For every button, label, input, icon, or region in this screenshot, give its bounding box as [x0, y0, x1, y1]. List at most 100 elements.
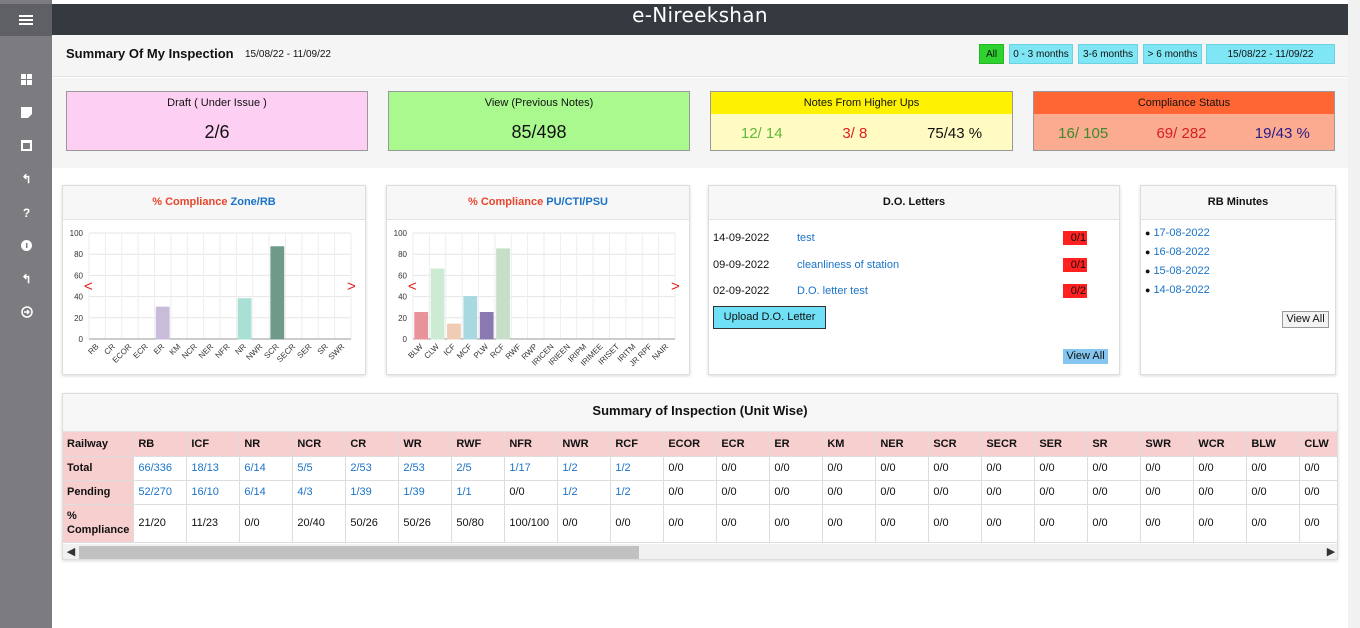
table-cell: 0/0 [1140, 456, 1195, 481]
table-cell-link[interactable]: 2/53 [403, 462, 424, 474]
do-letter-link[interactable]: cleanliness of station [797, 259, 899, 271]
page-scrollbar[interactable] [1348, 0, 1360, 628]
table-cell-link[interactable]: 1/2 [615, 462, 630, 474]
table-cell[interactable]: 5/5 [292, 456, 347, 481]
view-notes-card[interactable]: View (Previous Notes) 85/498 [388, 91, 690, 151]
table-header-cell: SR [1087, 432, 1142, 457]
rb-minute-link[interactable]: 17-08-2022 [1153, 227, 1209, 239]
table-cell[interactable]: 1/2 [557, 456, 612, 481]
table-cell[interactable]: 2/53 [398, 456, 453, 481]
scroll-right-icon[interactable]: ▶ [1323, 544, 1337, 559]
table-cell-link[interactable]: 1/39 [350, 486, 371, 498]
rb-minute-link[interactable]: 15-08-2022 [1153, 265, 1209, 277]
dashboard-icon[interactable] [20, 74, 33, 87]
table-cell-link[interactable]: 2/53 [350, 462, 371, 474]
table-cell: 0/0 [928, 504, 983, 543]
chart-bar[interactable] [414, 312, 429, 340]
rb-minute-link[interactable]: 14-08-2022 [1153, 284, 1209, 296]
do-letter-link[interactable]: D.O. letter test [797, 285, 868, 297]
table-cell[interactable]: 1/17 [504, 456, 559, 481]
notes-higher-ups-card[interactable]: Notes From Higher Ups 12/ 14 3/ 8 75/43 … [710, 91, 1013, 151]
table-cell-link[interactable]: 52/270 [138, 486, 172, 498]
table-cell-link[interactable]: 1/39 [403, 486, 424, 498]
table-cell-link[interactable]: 6/14 [244, 462, 265, 474]
table-cell[interactable]: 1/39 [398, 480, 453, 505]
table-cell-link[interactable]: 4/3 [297, 486, 312, 498]
table-cell[interactable]: 1/39 [345, 480, 400, 505]
table-cell[interactable]: 2/5 [451, 456, 506, 481]
filter-3-6-months-button[interactable]: 3-6 months [1078, 44, 1138, 64]
chart-bar[interactable] [463, 296, 478, 340]
filter-0-3-months-button[interactable]: 0 - 3 months [1009, 44, 1073, 64]
chart-next-arrow-icon[interactable]: > [347, 278, 356, 295]
rb-minutes-view-all-button[interactable]: View All [1282, 311, 1329, 328]
info-icon[interactable] [20, 240, 33, 253]
chart-bar[interactable] [496, 248, 510, 340]
filter-all-button[interactable]: All [979, 44, 1004, 64]
table-cell[interactable]: 2/53 [345, 456, 400, 481]
table-cell-link[interactable]: 2/5 [456, 462, 471, 474]
chart-bar[interactable] [155, 306, 170, 340]
table-cell-link[interactable]: 1/2 [562, 462, 577, 474]
chart-bar[interactable] [270, 246, 285, 340]
table-cell[interactable]: 1/2 [557, 480, 612, 505]
table-cell-link[interactable]: 1/17 [509, 462, 530, 474]
draft-card[interactable]: Draft ( Under Issue ) 2/6 [66, 91, 368, 151]
table-cell: 0/0 [1193, 504, 1248, 543]
upload-do-letter-button[interactable]: Upload D.O. Letter [713, 306, 826, 329]
x-tick-label: MCF [455, 342, 474, 361]
help-icon[interactable]: ? [20, 207, 33, 220]
table-cell: 11/23 [186, 504, 241, 543]
table-cell-link[interactable]: 1/2 [615, 486, 630, 498]
chart-prev-arrow-icon[interactable]: < [84, 278, 93, 295]
table-header-cell: RCF [610, 432, 665, 457]
table-cell-link[interactable]: 6/14 [244, 486, 265, 498]
note-icon[interactable] [20, 107, 33, 120]
filter-date-range-button[interactable]: 15/08/22 - 11/09/22 [1206, 44, 1335, 64]
rb-minutes-title: RB Minutes [1141, 186, 1335, 220]
table-cell[interactable]: 18/13 [186, 456, 241, 481]
table-cell: 0/0 [769, 480, 824, 505]
do-letters-panel: D.O. Letters 14-09-2022 test 0/1 09-09-2… [708, 185, 1120, 375]
list-item: ● 14-08-2022 [1145, 284, 1210, 296]
chart-bar[interactable] [237, 298, 252, 340]
scrollbar-thumb[interactable] [79, 546, 639, 559]
y-tick-label: 40 [74, 293, 83, 302]
compliance-status-card[interactable]: Compliance Status 16/ 105 69/ 282 19/43 … [1033, 91, 1335, 151]
table-cell-link[interactable]: 1/1 [456, 486, 471, 498]
chart-bar[interactable] [430, 268, 445, 340]
table-cell[interactable]: 16/10 [186, 480, 241, 505]
document-icon[interactable] [20, 140, 33, 153]
table-cell: 0/0 [1246, 480, 1301, 505]
do-letters-view-all-button[interactable]: View All [1063, 349, 1108, 364]
table-horizontal-scrollbar[interactable]: ◀ ▶ [63, 544, 1337, 559]
table-cell[interactable]: 52/270 [133, 480, 188, 505]
chart-bar[interactable] [447, 323, 461, 340]
scroll-left-icon[interactable]: ◀ [63, 544, 79, 559]
back-icon[interactable]: ↰ [20, 173, 33, 186]
table-cell[interactable]: 66/336 [133, 456, 188, 481]
table-header-cell: SCR [928, 432, 983, 457]
rb-minute-link[interactable]: 16-08-2022 [1153, 246, 1209, 258]
table-cell-link[interactable]: 5/5 [297, 462, 312, 474]
do-letter-link[interactable]: test [797, 232, 815, 244]
table-cell: 0/0 [557, 504, 612, 543]
table-cell-link[interactable]: 1/2 [562, 486, 577, 498]
table-cell-link[interactable]: 16/10 [191, 486, 219, 498]
table-cell-link[interactable]: 66/336 [138, 462, 172, 474]
table-cell-link[interactable]: 18/13 [191, 462, 219, 474]
table-cell[interactable]: 1/2 [610, 480, 665, 505]
table-cell[interactable]: 1/2 [610, 456, 665, 481]
reply-icon[interactable]: ↰ [20, 273, 33, 286]
menu-toggle-button[interactable] [0, 4, 52, 36]
table-cell[interactable]: 6/14 [239, 480, 294, 505]
y-tick-label: 20 [398, 314, 407, 323]
table-cell[interactable]: 4/3 [292, 480, 347, 505]
logout-icon[interactable] [20, 306, 33, 319]
chart-bar[interactable] [479, 312, 494, 340]
chart-prev-arrow-icon[interactable]: < [408, 278, 417, 295]
table-cell[interactable]: 1/1 [451, 480, 506, 505]
chart-next-arrow-icon[interactable]: > [671, 278, 680, 295]
table-cell[interactable]: 6/14 [239, 456, 294, 481]
filter-over-6-months-button[interactable]: > 6 months [1143, 44, 1202, 64]
